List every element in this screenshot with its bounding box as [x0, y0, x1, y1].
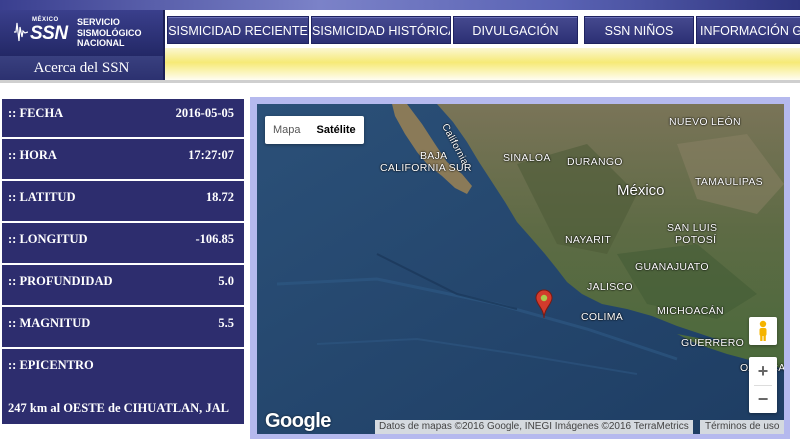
profundidad-label: :: PROFUNDIDAD [8, 274, 113, 288]
map-label-mexico: México [617, 182, 665, 199]
nav-divulgacion[interactable]: DIVULGACIÓN [453, 16, 578, 44]
hora-label: :: HORA [8, 148, 57, 162]
map-label-tamaulipas: TAMAULIPAS [695, 176, 763, 188]
epicentro-label: :: EPICENTRO [8, 358, 94, 372]
epicenter-marker-icon[interactable] [535, 289, 553, 319]
map-label-guanajuato: GUANAJUATO [635, 261, 709, 273]
logo-words: SERVICIO SISMOLÓGICO NACIONAL [77, 17, 142, 49]
map-label-michoacan: MICHOACÁN [657, 305, 724, 317]
map-frame: Mapa Satélite California NUEVO LEÓN BAJA… [250, 97, 790, 439]
logo-line: SERVICIO [77, 17, 120, 27]
map-type-satellite-button[interactable]: Satélite [309, 116, 364, 144]
site-header: MÉXICO SSN SERVICIO SISMOLÓGICO NACIONAL… [0, 0, 800, 90]
map-label-potosi: POTOSÍ [675, 234, 717, 246]
ssn-logo[interactable]: MÉXICO SSN SERVICIO SISMOLÓGICO NACIONAL [0, 10, 165, 56]
map-label-colima: COLIMA [581, 311, 624, 323]
map-label-sinaloa: SINALOA [503, 152, 551, 164]
about-ssn-link[interactable]: Acerca del SSN [0, 56, 165, 80]
zoom-out-button[interactable]: − [749, 385, 777, 413]
profundidad-value: 5.0 [218, 274, 234, 288]
nav-sismicidad-reciente[interactable]: SISMICIDAD RECIENTE [167, 16, 309, 44]
map-label-nayarit: NAYARIT [565, 234, 612, 246]
longitud-value: -106.85 [195, 232, 234, 246]
row-magnitud: :: MAGNITUD 5.5 [2, 309, 244, 349]
ssn-logo-mark: MÉXICO SSN [14, 17, 70, 50]
row-epicentro: :: EPICENTRO [2, 351, 244, 391]
zoom-in-button[interactable]: + [749, 357, 777, 385]
map-label-san-luis: SAN LUIS [667, 222, 718, 234]
google-logo: Google [265, 410, 331, 432]
magnitud-label: :: MAGNITUD [8, 316, 91, 330]
header-yellow-band [165, 48, 800, 80]
epicentro-value: 247 km al OESTE de CIHUATLAN, JAL [8, 401, 229, 415]
terms-of-use-link[interactable]: Términos de uso [700, 420, 784, 434]
google-map[interactable]: Mapa Satélite California NUEVO LEÓN BAJA… [257, 104, 784, 434]
zoom-control: + − [749, 357, 777, 413]
nav-sismicidad-historica[interactable]: SISMICIDAD HISTÓRICA [311, 16, 451, 44]
map-attribution: Datos de mapas ©2016 Google, INEGI Imáge… [375, 420, 693, 434]
earthquake-info-panel: :: FECHA 2016-05-05 :: HORA 17:27:07 :: … [2, 99, 244, 424]
row-profundidad: :: PROFUNDIDAD 5.0 [2, 267, 244, 307]
main-nav: SISMICIDAD RECIENTE SISMICIDAD HISTÓRICA… [165, 10, 800, 48]
header-divider [0, 80, 800, 83]
map-label-california-sur: CALIFORNIA SUR [380, 162, 472, 174]
map-label-baja: BAJA [420, 150, 448, 162]
map-type-control: Mapa Satélite [265, 116, 364, 144]
map-label-guerrero: GUERRERO [681, 337, 745, 349]
map-label-nuevo-leon: NUEVO LEÓN [669, 116, 741, 128]
map-type-map-button[interactable]: Mapa [265, 116, 309, 144]
latitud-value: 18.72 [205, 190, 234, 204]
row-longitud: :: LONGITUD -106.85 [2, 225, 244, 265]
nav-informacion-general[interactable]: INFORMACIÓN GENERAL [696, 16, 800, 44]
street-view-pegman-icon[interactable] [749, 317, 777, 345]
fecha-value: 2016-05-05 [175, 106, 234, 120]
latitud-label: :: LATITUD [8, 190, 76, 204]
logo-abbr: SSN [30, 23, 68, 44]
logo-line: SISMOLÓGICO [77, 27, 142, 38]
row-latitud: :: LATITUD 18.72 [2, 183, 244, 223]
row-hora: :: HORA 17:27:07 [2, 141, 244, 181]
seismogram-icon [14, 22, 28, 42]
map-label-jalisco: JALISCO [587, 281, 633, 293]
header-top-strip [0, 0, 800, 10]
map-label-durango: DURANGO [567, 156, 623, 168]
nav-ssn-ninos[interactable]: SSN NIÑOS [584, 16, 694, 44]
hora-value: 17:27:07 [188, 148, 234, 162]
longitud-label: :: LONGITUD [8, 232, 88, 246]
fecha-label: :: FECHA [8, 106, 64, 120]
row-fecha: :: FECHA 2016-05-05 [2, 99, 244, 139]
magnitud-value: 5.5 [218, 316, 234, 330]
logo-line: NACIONAL [77, 38, 125, 48]
